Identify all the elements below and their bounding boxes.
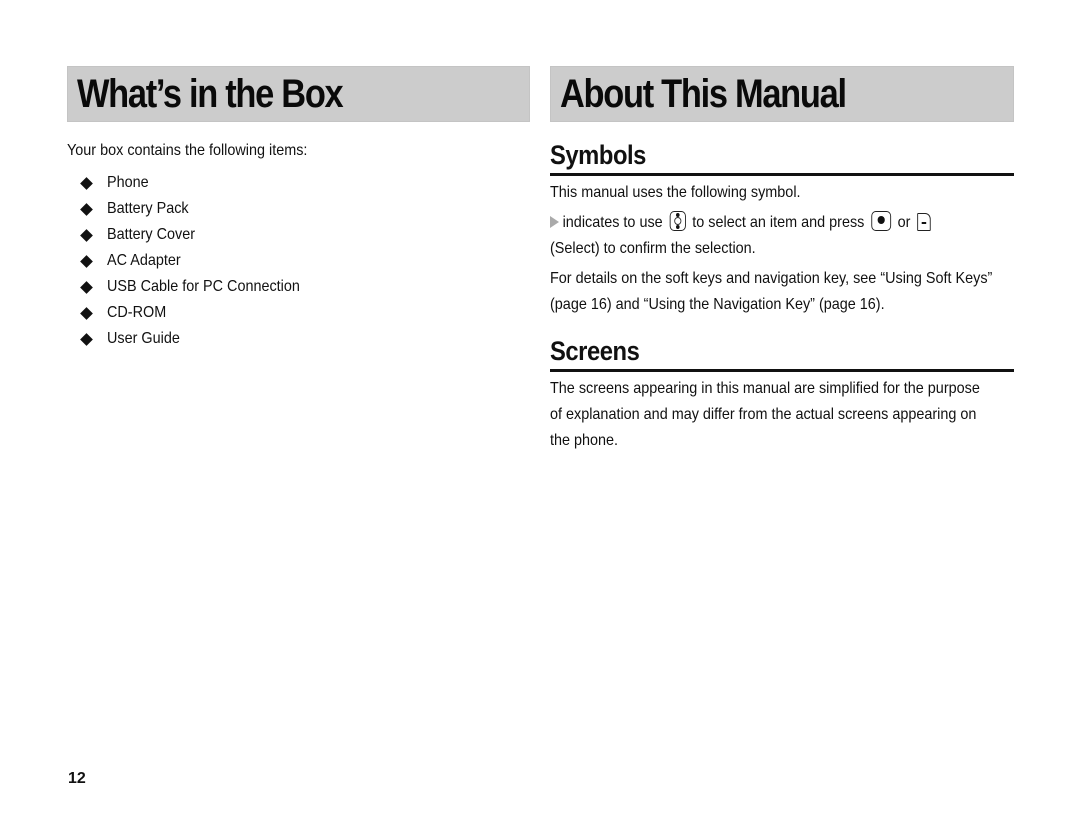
diamond-bullet-icon bbox=[80, 306, 93, 320]
section-title: What’s in the Box bbox=[77, 71, 344, 116]
section-title: About This Manual bbox=[560, 71, 847, 116]
page-number: 12 bbox=[68, 770, 86, 787]
list-item: Phone bbox=[67, 170, 530, 196]
diamond-bullet-icon bbox=[80, 176, 93, 190]
list-item: CD-ROM bbox=[67, 300, 530, 326]
symbols-details: For details on the soft keys and navigat… bbox=[550, 270, 993, 313]
diamond-bullet-icon bbox=[80, 280, 93, 294]
symbols-heading: Symbols bbox=[550, 140, 1014, 176]
section-banner: About This Manual bbox=[550, 66, 1014, 122]
screens-subsection: Screens The screens appearing in this ma… bbox=[550, 336, 1014, 454]
section-banner: What’s in the Box bbox=[67, 66, 530, 122]
diamond-bullet-icon bbox=[80, 254, 93, 268]
center-key-icon bbox=[871, 211, 891, 231]
list-item: Battery Pack bbox=[67, 196, 530, 222]
diamond-bullet-icon bbox=[80, 202, 93, 216]
box-intro-text: Your box contains the following items: bbox=[67, 142, 308, 159]
symbol-explanation: indicates to use to select an item and p… bbox=[550, 210, 1014, 262]
list-item: USB Cable for PC Connection bbox=[67, 274, 530, 300]
diamond-bullet-icon bbox=[80, 332, 93, 346]
triangle-pointer-icon bbox=[550, 216, 559, 228]
box-items-list: Phone Battery Pack Battery Cover AC Adap… bbox=[67, 170, 530, 352]
list-item: Battery Cover bbox=[67, 222, 530, 248]
whats-in-the-box-section: What’s in the Box Your box contains the … bbox=[67, 66, 530, 352]
navigation-key-icon bbox=[669, 211, 686, 231]
list-item: AC Adapter bbox=[67, 248, 530, 274]
soft-key-icon bbox=[917, 213, 931, 231]
diamond-bullet-icon bbox=[80, 228, 93, 242]
screens-text: The screens appearing in this manual are… bbox=[550, 380, 980, 449]
symbols-subsection: Symbols This manual uses the following s… bbox=[550, 140, 1014, 318]
screens-heading: Screens bbox=[550, 336, 1014, 372]
list-item: User Guide bbox=[67, 326, 530, 352]
symbols-intro: This manual uses the following symbol. bbox=[550, 184, 801, 201]
about-this-manual-section: About This Manual Symbols This manual us… bbox=[550, 66, 1014, 454]
